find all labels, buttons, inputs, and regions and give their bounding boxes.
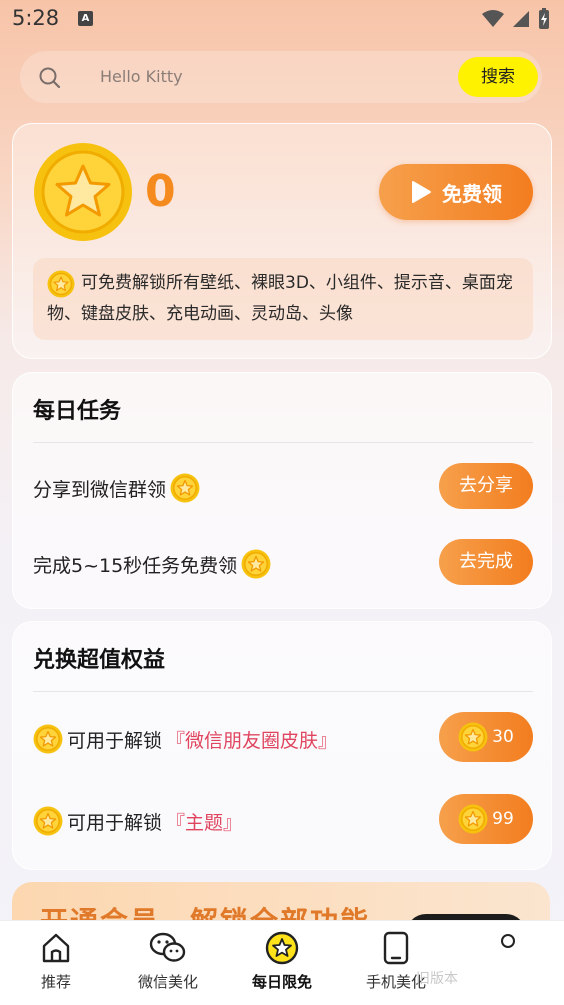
status-time: 5:28 [12, 6, 60, 30]
exchange-row: 可用于解锁 『微信朋友圈皮肤』 30 [33, 712, 533, 762]
coin-icon [33, 806, 63, 836]
exchange-row: 可用于解锁 『主题』 99 [33, 794, 533, 844]
notification-a-icon: A [78, 11, 93, 26]
coin-card: 0 免费领 可免费解锁所有壁纸、裸眼3D、小组件、提示音、桌面宠物、键盘皮肤、充… [12, 123, 552, 359]
search-bar[interactable]: Hello Kitty 搜索 [20, 51, 542, 103]
exchange-title: 兑换超值权益 [33, 648, 166, 673]
coin-icon [34, 143, 132, 241]
wifi-icon [482, 10, 504, 27]
tab-label: 微信美化 [137, 973, 198, 991]
search-icon [39, 67, 61, 89]
complete-button[interactable]: 去完成 [439, 539, 533, 585]
watermark: 旧版本 [416, 971, 458, 987]
unlock-notice-text: 可免费解锁所有壁纸、裸眼3D、小组件、提示音、桌面宠物、键盘皮肤、充电动画、灵动… [47, 273, 513, 324]
tab-label: 每日限免 [251, 973, 312, 991]
exchange-target: 『微信朋友圈皮肤』 [166, 729, 338, 752]
exchange-card: 兑换超值权益 可用于解锁 『微信朋友圈皮肤』 30 可用于解锁 『主题』 99 [12, 621, 552, 870]
signal-icon [513, 11, 529, 27]
coin-balance: 0 [145, 166, 176, 217]
task-label: 完成5~15秒任务免费领 [33, 549, 271, 579]
star-coin-icon [265, 931, 299, 965]
tab-label: 推荐 [40, 973, 71, 991]
wechat-icon [149, 932, 186, 962]
free-claim-button[interactable]: 免费领 [379, 164, 533, 220]
task-label-text: 分享到微信群领 [33, 478, 167, 501]
exchange-cost: 30 [492, 727, 514, 747]
exchange-label: 可用于解锁 『主题』 [33, 806, 242, 836]
exchange-prefix: 可用于解锁 [67, 729, 163, 752]
circle-icon [501, 934, 515, 948]
share-button[interactable]: 去分享 [439, 463, 533, 509]
home-icon [42, 933, 70, 963]
task-row: 完成5~15秒任务免费领 去完成 [33, 537, 533, 587]
exchange-cost-button[interactable]: 99 [439, 794, 533, 844]
exchange-prefix: 可用于解锁 [67, 811, 163, 834]
coin-icon [241, 549, 271, 579]
coin-icon [170, 473, 200, 503]
exchange-label: 可用于解锁 『微信朋友圈皮肤』 [33, 724, 337, 754]
coin-icon [458, 804, 488, 834]
task-row: 分享到微信群领 去分享 [33, 461, 533, 511]
phone-icon [383, 931, 409, 965]
divider [33, 442, 533, 443]
daily-tasks-card: 每日任务 分享到微信群领 去分享 完成5~15秒任务免费领 去完成 [12, 372, 552, 609]
battery-icon [539, 8, 549, 29]
tab-wechat-beautify[interactable]: 微信美化 [118, 931, 218, 992]
daily-tasks-title: 每日任务 [33, 399, 122, 424]
search-button[interactable]: 搜索 [458, 57, 538, 97]
free-claim-label: 免费领 [442, 181, 502, 206]
tab-profile[interactable] [458, 931, 558, 951]
tab-daily-free[interactable]: 每日限免 [232, 931, 332, 992]
exchange-cost-button[interactable]: 30 [439, 712, 533, 762]
exchange-target: 『主题』 [166, 811, 243, 834]
exchange-cost: 99 [492, 809, 514, 829]
task-label-text: 完成5~15秒任务免费领 [33, 554, 238, 577]
coin-icon [33, 724, 63, 754]
search-placeholder[interactable]: Hello Kitty [100, 67, 183, 86]
status-bar: 5:28 A [0, 0, 564, 40]
bottom-tab-bar: 推荐 微信美化 每日限免 手机美化 [0, 920, 564, 1005]
play-icon [412, 181, 431, 203]
status-icons [482, 8, 550, 30]
coin-icon [458, 722, 488, 752]
task-label: 分享到微信群领 [33, 473, 200, 503]
tab-recommend[interactable]: 推荐 [6, 931, 106, 992]
divider [33, 691, 533, 692]
unlock-notice: 可免费解锁所有壁纸、裸眼3D、小组件、提示音、桌面宠物、键盘皮肤、充电动画、灵动… [33, 258, 533, 340]
